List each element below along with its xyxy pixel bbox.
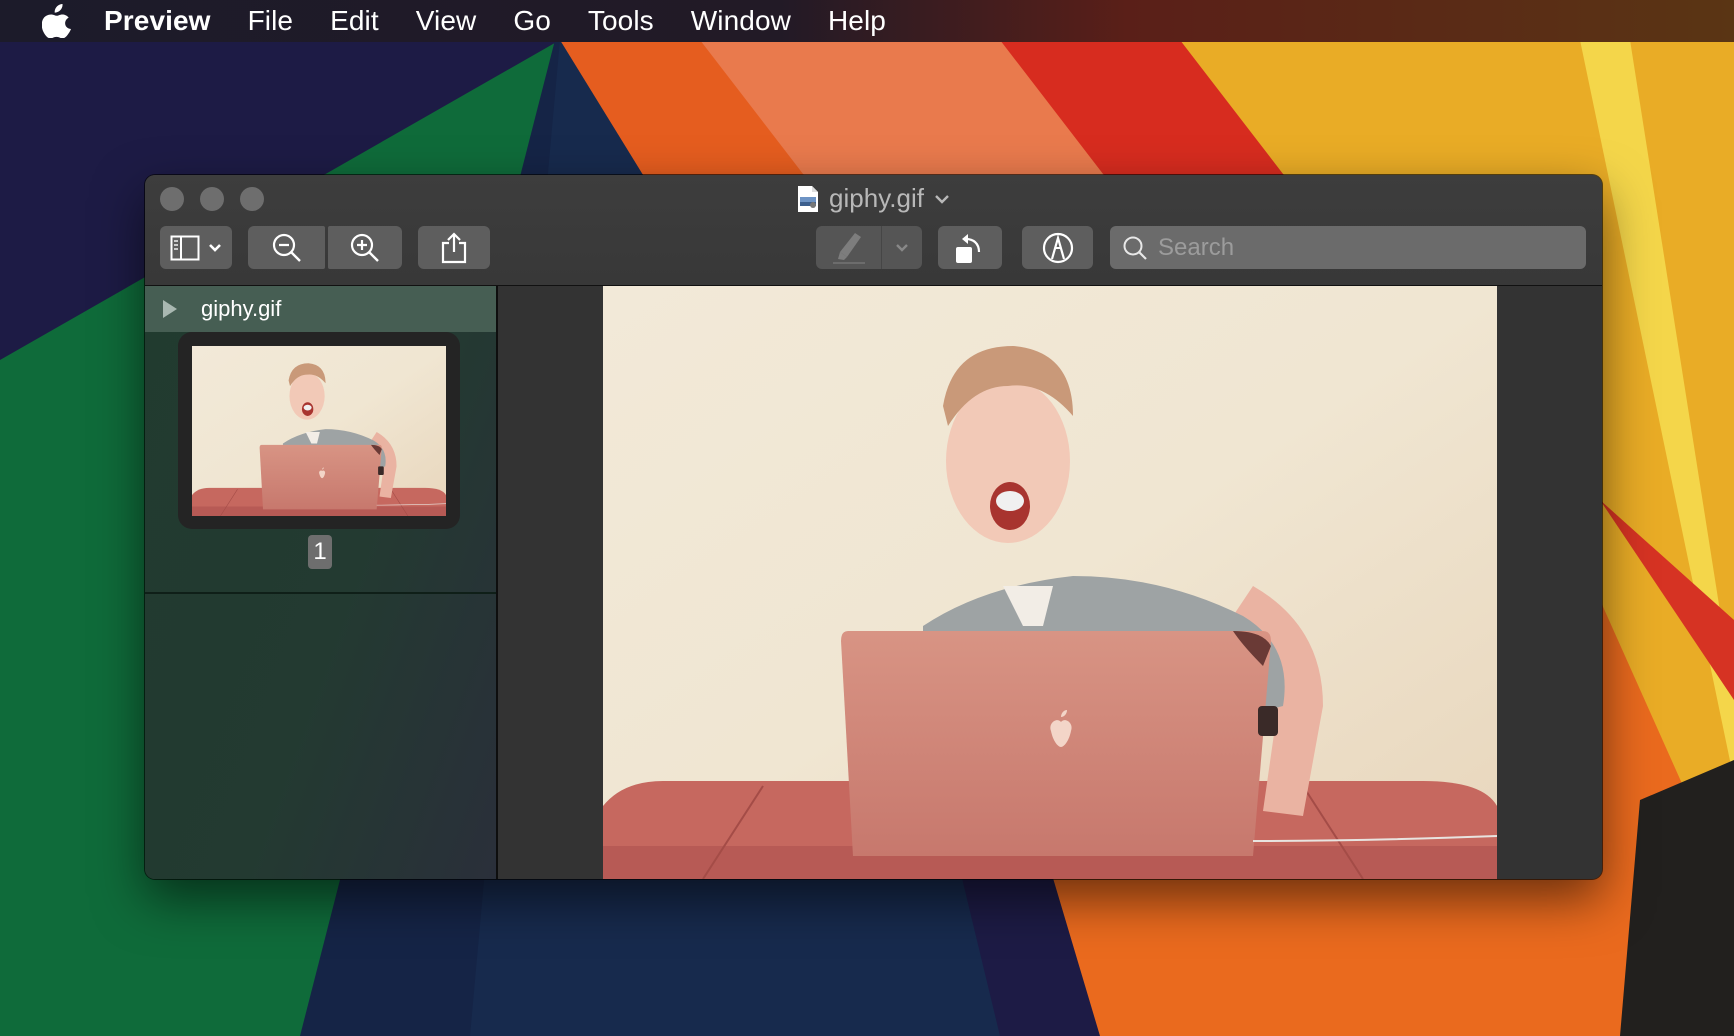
menu-tools[interactable]: Tools — [588, 5, 654, 37]
page-number-badge: 1 — [308, 535, 332, 569]
markup-button[interactable] — [1022, 226, 1093, 269]
sidebar-document-name: giphy.gif — [201, 296, 282, 321]
menu-go[interactable]: Go — [513, 5, 551, 37]
menu-bar: Preview File Edit View Go Tools Window H… — [0, 0, 1734, 42]
gif-document-icon — [798, 185, 819, 212]
sidebar: giphy.gif 1 — [145, 286, 498, 879]
search-icon — [1123, 236, 1147, 260]
page-thumbnail[interactable] — [178, 332, 460, 529]
chevron-down-icon — [209, 243, 221, 252]
preview-window: giphy.gif Search giphy.gif 1 — [145, 175, 1602, 879]
menu-help[interactable]: Help — [828, 5, 886, 37]
rotate-left-icon — [956, 233, 981, 263]
disclosure-triangle-icon[interactable] — [163, 300, 177, 318]
sidebar-divider — [145, 592, 496, 594]
sidebar-document-row[interactable]: giphy.gif — [145, 286, 496, 332]
window-title[interactable]: giphy.gif — [145, 183, 1602, 214]
highlight-main[interactable] — [816, 226, 883, 269]
highlighter-icon — [832, 232, 865, 264]
gif-image[interactable] — [603, 286, 1497, 879]
zoom-in-icon — [350, 233, 379, 262]
markup-pen-icon — [1042, 232, 1073, 263]
apple-logo-icon[interactable] — [40, 3, 74, 39]
chevron-down-icon — [896, 243, 909, 252]
highlight-button[interactable] — [816, 226, 922, 269]
menu-preview[interactable]: Preview — [104, 5, 211, 37]
zoom-out-button[interactable] — [248, 226, 325, 269]
sidebar-toggle-button[interactable] — [160, 226, 232, 269]
menu-file[interactable]: File — [248, 5, 294, 37]
menu-view[interactable]: View — [416, 5, 477, 37]
zoom-in-button[interactable] — [328, 226, 402, 269]
chevron-down-icon — [935, 194, 949, 204]
share-button[interactable] — [418, 226, 490, 269]
highlight-menu[interactable] — [882, 243, 922, 253]
menu-window[interactable]: Window — [691, 5, 791, 37]
search-field[interactable] — [1110, 226, 1586, 269]
share-icon — [441, 231, 467, 263]
thumbnail-image — [192, 346, 446, 516]
zoom-out-icon — [272, 233, 301, 262]
title-bar: giphy.gif — [145, 175, 1602, 286]
window-title-text: giphy.gif — [829, 183, 924, 213]
rotate-button[interactable] — [938, 226, 1002, 269]
sidebar-icon — [170, 235, 200, 260]
menu-edit[interactable]: Edit — [330, 5, 379, 37]
image-viewer — [498, 286, 1602, 879]
search-input[interactable] — [1156, 232, 1560, 263]
